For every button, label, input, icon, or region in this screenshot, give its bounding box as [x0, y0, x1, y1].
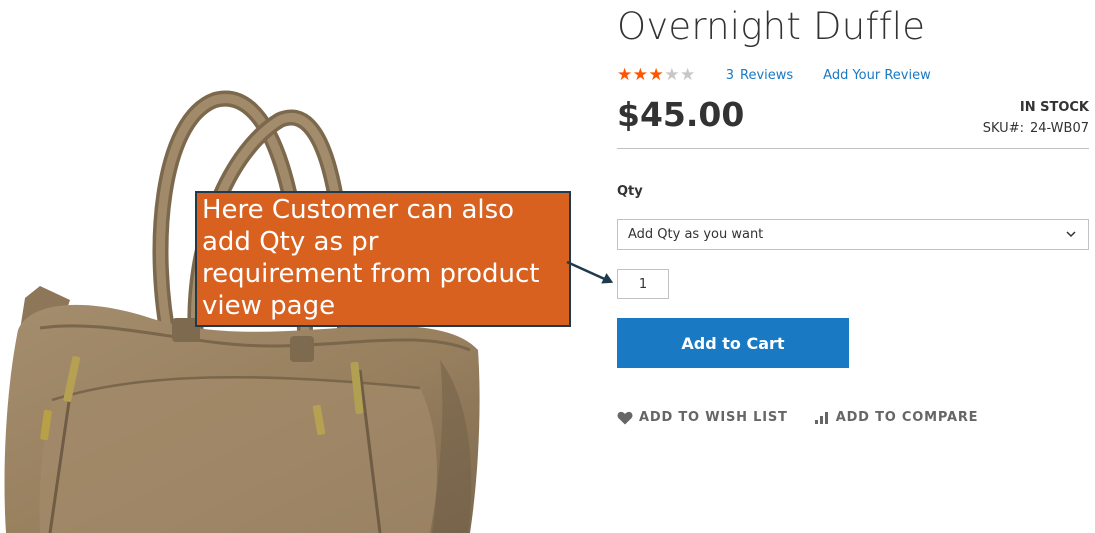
review-count: 3 — [725, 67, 734, 83]
add-to-compare-link[interactable]: Add to Compare — [814, 410, 979, 425]
product-price: $45.00 — [617, 95, 745, 134]
star-filled-icon: ★★★ — [617, 65, 665, 85]
divider — [617, 148, 1089, 149]
annotation-arrow — [566, 260, 614, 284]
chevron-down-icon — [1066, 231, 1076, 238]
qty-input[interactable] — [617, 269, 669, 299]
product-sku: SKU#: 24-WB07 — [983, 121, 1089, 136]
add-to-wishlist-link[interactable]: Add to Wish List — [617, 410, 788, 425]
product-rating: ★★★ ★★ 3 Reviews Add Your Review — [617, 64, 931, 86]
compare-label: Add to Compare — [835, 410, 979, 425]
qty-select-value: Add Qty as you want — [628, 227, 764, 242]
qty-label: Qty — [617, 184, 643, 199]
stock-status: IN STOCK — [1019, 100, 1089, 115]
rating-stars: ★★★ ★★ — [617, 65, 696, 85]
star-empty-icon: ★★ — [664, 65, 696, 85]
qty-select[interactable]: Add Qty as you want — [617, 219, 1089, 250]
sku-label: SKU#: — [982, 121, 1024, 136]
sku-value: 24-WB07 — [1029, 121, 1089, 136]
product-page: Overnight Duffle ★★★ ★★ 3 Reviews Add You… — [0, 0, 1095, 533]
add-review-link[interactable]: Add Your Review — [823, 68, 931, 83]
reviews-link[interactable]: 3 Reviews — [726, 68, 793, 83]
reviews-label: Reviews — [740, 67, 794, 83]
bar-chart-icon — [814, 411, 828, 424]
product-social-actions: Add to Wish List Add to Compare — [617, 410, 978, 425]
wishlist-label: Add to Wish List — [639, 410, 788, 425]
product-title: Overnight Duffle — [617, 5, 926, 48]
annotation-callout: Here Customer can also add Qty as pr req… — [195, 191, 571, 327]
add-to-cart-button[interactable]: Add to Cart — [617, 318, 849, 368]
heart-icon — [617, 411, 633, 424]
